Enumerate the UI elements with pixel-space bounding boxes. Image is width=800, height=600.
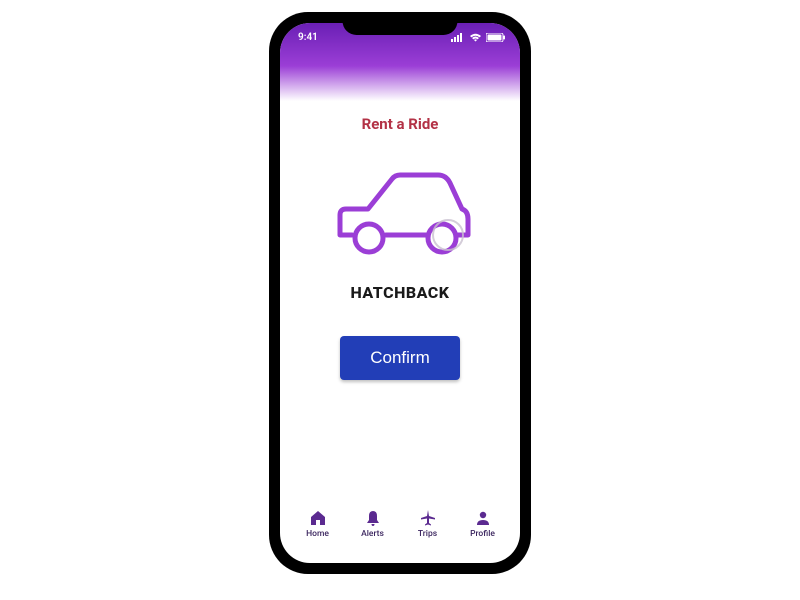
nav-home[interactable]: Home xyxy=(293,509,343,539)
status-icons xyxy=(451,33,506,42)
page-title: Rent a Ride xyxy=(362,115,439,133)
main-content: Rent a Ride HATCHBACK Confirm xyxy=(280,101,520,493)
nav-home-label: Home xyxy=(306,529,329,539)
nav-profile[interactable]: Profile xyxy=(458,509,508,539)
phone-notch xyxy=(343,13,458,35)
wifi-icon xyxy=(469,33,482,42)
nav-alerts[interactable]: Alerts xyxy=(348,509,398,539)
nav-alerts-label: Alerts xyxy=(361,529,384,539)
signal-icon xyxy=(451,33,465,42)
home-icon xyxy=(309,509,327,527)
battery-icon xyxy=(486,33,506,42)
app-screen: 9:41 Rent a Ride HATCHBACK Confirm xyxy=(280,23,520,563)
bell-icon xyxy=(364,509,382,527)
nav-trips-label: Trips xyxy=(418,529,437,539)
phone-frame: 9:41 Rent a Ride HATCHBACK Confirm xyxy=(270,13,530,573)
touch-ripple-indicator xyxy=(432,219,464,251)
profile-icon xyxy=(474,509,492,527)
vehicle-illustration[interactable] xyxy=(320,163,480,267)
nav-profile-label: Profile xyxy=(470,529,495,539)
bottom-nav: Home Alerts Trips Profile xyxy=(280,493,520,563)
nav-trips[interactable]: Trips xyxy=(403,509,453,539)
confirm-button[interactable]: Confirm xyxy=(340,336,460,380)
status-time: 9:41 xyxy=(298,32,318,43)
airplane-icon xyxy=(419,509,437,527)
vehicle-type-label: HATCHBACK xyxy=(351,283,450,302)
